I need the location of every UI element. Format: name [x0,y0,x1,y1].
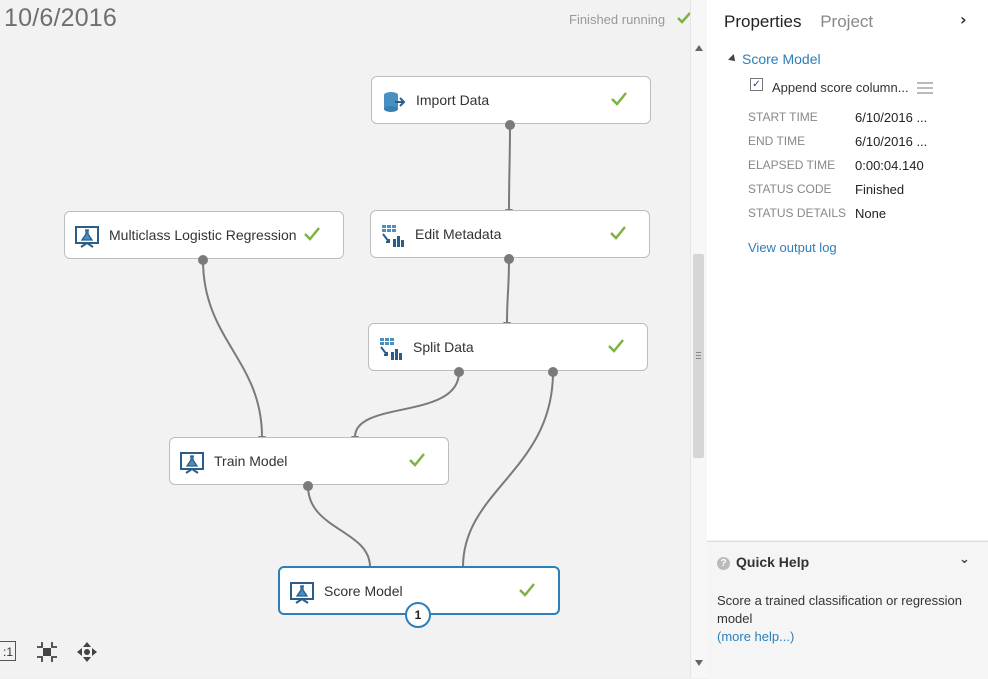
success-check-icon [608,339,624,353]
parameter-menu-icon[interactable] [917,82,933,97]
success-check-icon [611,92,627,106]
output-port[interactable] [504,254,514,264]
canvas-scrollbar[interactable] [690,0,707,678]
tab-properties[interactable]: Properties [724,12,801,31]
prop-key: START TIME [748,110,818,124]
node-edit-metadata[interactable]: Edit Metadata [370,210,650,258]
wire-train-score [307,485,371,568]
scroll-up-icon[interactable] [695,45,703,51]
view-output-log-link[interactable]: View output log [748,240,837,255]
append-score-checkbox[interactable]: ✓ [750,78,763,91]
output-port[interactable] [505,120,515,130]
prop-value: 6/10/2016 ... [855,110,928,125]
prop-value: 6/10/2016 ... [855,134,928,149]
scroll-down-icon[interactable] [695,660,703,666]
prop-value: Finished [855,182,905,197]
panel-tabs: Properties Project [724,12,873,32]
wire-edit-split [506,258,510,324]
run-properties: START TIME 6/10/2016 ... END TIME 6/10/201… [748,110,978,230]
node-label: Multiclass Logistic Regression [109,227,297,243]
node-label: Import Data [416,92,490,108]
output-port-badge[interactable]: 1 [405,602,431,628]
module-section-title[interactable]: Score Model [728,51,821,67]
module-title: Score Model [742,51,821,67]
node-import-data[interactable]: Import Data [371,76,651,124]
append-score-label: Append score column... [772,80,909,95]
prop-value: None [855,206,887,221]
output-port[interactable] [303,481,313,491]
output-port[interactable] [548,367,558,377]
table-split-icon [380,338,402,360]
success-check-icon [610,226,626,240]
tab-project[interactable]: Project [820,12,873,31]
prop-row: STATUS CODE Finished [748,182,978,206]
prop-value: 0:00:04.140 [855,158,924,173]
prop-row: END TIME 6/10/2016 ... [748,134,978,158]
prop-row: STATUS DETAILS None [748,206,978,230]
wire-lr-train [202,259,263,438]
prop-key: END TIME [748,134,806,148]
model-flask-icon [75,226,99,248]
node-label: Edit Metadata [415,226,502,242]
quick-help-header[interactable]: ? Quick Help [717,554,809,570]
success-check-icon [409,453,425,467]
experiment-canvas[interactable]: 10/6/2016 Finished running Import Data E… [0,0,690,678]
node-label: Score Model [324,583,403,599]
prop-row: ELAPSED TIME 0:00:04.140 [748,158,978,182]
prop-key: STATUS CODE [748,182,832,196]
wire-split-score [462,371,554,568]
table-edit-icon [382,225,404,247]
node-multiclass-logistic-regression[interactable]: Multiclass Logistic Regression [64,211,344,259]
more-help-link[interactable]: (more help...) [717,629,794,644]
node-train-model[interactable]: Train Model [169,437,449,485]
wire-split-train [354,371,460,438]
actual-size-button[interactable]: :1 [0,641,16,661]
properties-panel: Properties Project › Score Model ✓ Appen… [707,0,988,540]
model-flask-icon [290,582,314,604]
output-port[interactable] [198,255,208,265]
output-port[interactable] [454,367,464,377]
pan-icon[interactable] [76,641,98,663]
model-flask-icon [180,452,204,474]
success-check-icon [519,583,535,597]
prop-key: ELAPSED TIME [748,158,836,172]
fit-to-screen-icon[interactable] [36,641,58,663]
node-label: Split Data [413,339,474,355]
quick-help-panel: ? Quick Help ⌄ Score a trained classifica… [707,541,988,679]
prop-row: START TIME 6/10/2016 ... [748,110,978,134]
success-check-icon [304,227,320,241]
chevron-down-icon[interactable]: ⌄ [959,552,970,567]
scrollbar-thumb[interactable] [693,254,704,458]
collapse-triangle-icon [728,54,738,64]
quick-help-title: Quick Help [736,554,810,570]
collapse-panel-chevron-icon[interactable]: › [960,10,967,29]
wire-import-edit [508,124,511,211]
prop-key: STATUS DETAILS [748,206,847,220]
database-import-icon [384,92,406,112]
node-split-data[interactable]: Split Data [368,323,648,371]
help-icon: ? [717,557,730,570]
quick-help-text: Score a trained classification or regres… [717,593,962,626]
node-label: Train Model [214,453,288,469]
